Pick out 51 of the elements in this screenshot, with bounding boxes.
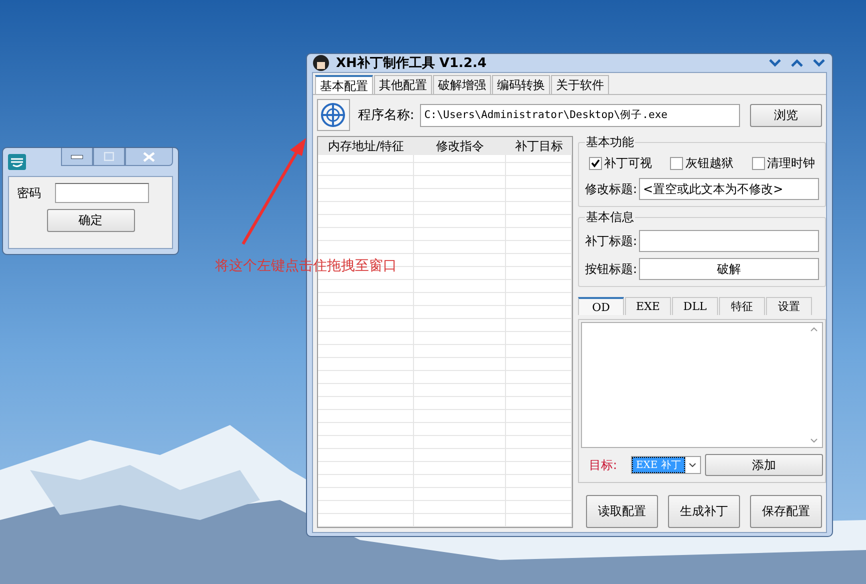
tab[interactable]: 设置 bbox=[766, 297, 812, 315]
tab[interactable]: OD bbox=[578, 297, 624, 315]
minimize-icon bbox=[71, 154, 83, 158]
chevron-up-icon[interactable] bbox=[791, 59, 803, 67]
tab[interactable]: 编码转换 bbox=[492, 75, 550, 94]
group-title: 基本信息 bbox=[585, 209, 635, 226]
checkbox[interactable]: 补丁可视 bbox=[589, 155, 652, 172]
action-button[interactable]: 读取配置 bbox=[586, 495, 658, 528]
chevron-down-icon[interactable] bbox=[769, 59, 781, 67]
add-button[interactable]: 添加 bbox=[704, 454, 823, 476]
tab[interactable]: 关于软件 bbox=[551, 75, 609, 94]
tab[interactable]: 破解增强 bbox=[433, 75, 491, 94]
program-name-label: 程序名称: bbox=[358, 107, 414, 124]
tab[interactable]: 其他配置 bbox=[374, 75, 432, 94]
patch-title-field[interactable] bbox=[639, 230, 819, 252]
window-title: XH补丁制作工具 V1.2.4 bbox=[336, 54, 487, 72]
scroll-down-icon[interactable] bbox=[810, 438, 818, 443]
button-title-field[interactable]: 破解 bbox=[639, 258, 819, 280]
close-button[interactable] bbox=[125, 148, 173, 166]
button-title-label: 按钮标题: bbox=[585, 260, 638, 278]
chevron-down-icon[interactable] bbox=[813, 59, 825, 67]
column-header[interactable]: 补丁目标 bbox=[506, 137, 572, 155]
ok-button[interactable]: 确定 bbox=[46, 209, 134, 232]
app-logo-icon bbox=[8, 154, 26, 170]
close-icon bbox=[143, 152, 155, 162]
scroll-up-icon[interactable] bbox=[810, 327, 818, 332]
modify-title-field[interactable]: <置空或此文本为不修改> bbox=[639, 178, 819, 200]
checkbox[interactable]: 灰钮越狱 bbox=[670, 155, 734, 172]
maximize-icon bbox=[104, 152, 114, 161]
tab[interactable]: 基本配置 bbox=[315, 75, 373, 94]
program-path-field[interactable]: C:\Users\Administrator\Desktop\例子.exe bbox=[420, 104, 740, 126]
browse-button[interactable]: 浏览 bbox=[750, 104, 822, 126]
check-icon bbox=[591, 159, 600, 168]
action-button[interactable]: 保存配置 bbox=[750, 495, 822, 528]
code-text-area[interactable] bbox=[581, 322, 823, 448]
action-button[interactable]: 生成补丁 bbox=[668, 495, 740, 528]
modify-title-label: 修改标题: bbox=[585, 180, 638, 198]
column-header[interactable]: 修改指令 bbox=[414, 137, 506, 155]
tab[interactable]: 特征 bbox=[719, 297, 765, 315]
tab[interactable]: DLL bbox=[672, 297, 718, 315]
caret-icon bbox=[689, 463, 696, 467]
character-icon bbox=[312, 54, 330, 72]
column-header[interactable]: 内存地址/特征 bbox=[318, 137, 414, 155]
tab[interactable]: EXE bbox=[625, 297, 671, 315]
target-label: 目标: bbox=[589, 456, 618, 474]
checkbox[interactable]: 清理时钟 bbox=[752, 155, 815, 172]
crosshair-target-button[interactable] bbox=[317, 99, 350, 131]
password-field[interactable] bbox=[55, 183, 149, 203]
patch-title-label: 补丁标题: bbox=[585, 232, 638, 250]
password-label: 密码 bbox=[17, 184, 41, 202]
minimize-button[interactable] bbox=[61, 148, 93, 166]
